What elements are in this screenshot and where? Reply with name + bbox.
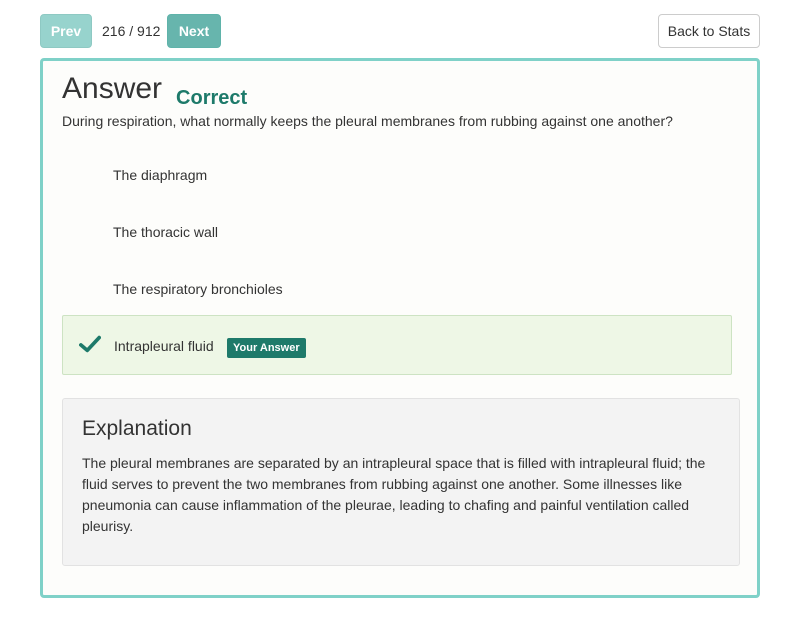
- question-counter: 216 / 912: [102, 23, 161, 39]
- answer-card: Answer Correct During respiration, what …: [40, 58, 760, 598]
- next-button[interactable]: Next: [167, 14, 221, 48]
- answer-heading: Answer Correct: [62, 71, 247, 109]
- top-navigation: Prev 216 / 912 Next Back to Stats: [40, 14, 760, 48]
- result-status: Correct: [176, 87, 248, 109]
- selected-answer-option[interactable]: Intrapleural fluid Your Answer: [62, 315, 732, 375]
- answer-option[interactable]: The respiratory bronchioles: [113, 281, 283, 297]
- page-title: Answer: [62, 72, 163, 105]
- check-icon: [79, 335, 101, 353]
- explanation-title: Explanation: [82, 417, 192, 440]
- answer-option[interactable]: The diaphragm: [113, 167, 207, 183]
- back-to-stats-button[interactable]: Back to Stats: [658, 14, 760, 48]
- question-text: During respiration, what normally keeps …: [62, 113, 673, 129]
- answer-option-label: Intrapleural fluid: [114, 338, 214, 354]
- your-answer-badge: Your Answer: [227, 338, 306, 358]
- answer-option[interactable]: The thoracic wall: [113, 224, 218, 240]
- explanation-panel: Explanation The pleural membranes are se…: [62, 398, 740, 566]
- explanation-text: The pleural membranes are separated by a…: [82, 455, 706, 534]
- prev-button[interactable]: Prev: [40, 14, 92, 48]
